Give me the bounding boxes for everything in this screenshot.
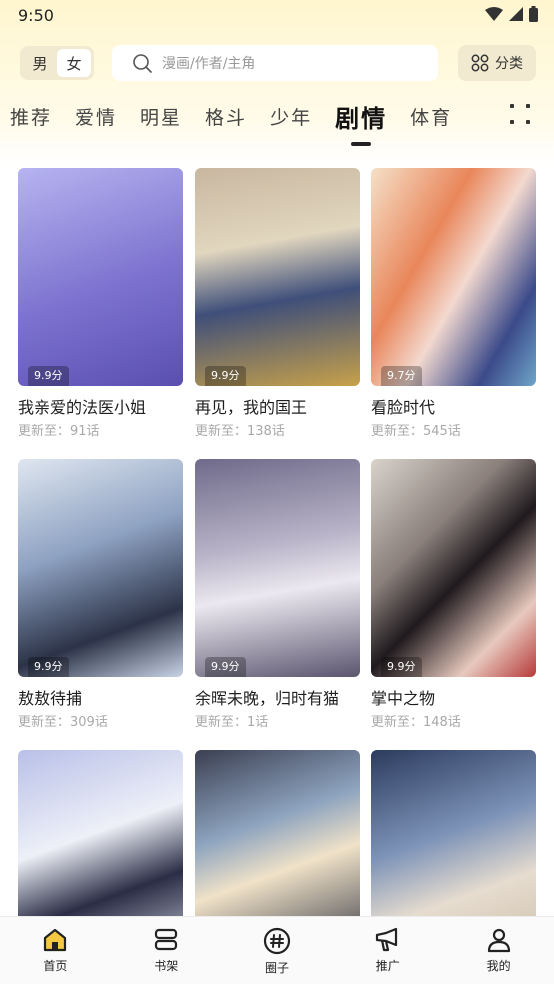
bottom-navigation: 首页 书架 圈子 推广 我的 — [0, 916, 554, 984]
comic-title: 余晖未晚，归时有猫 — [195, 689, 340, 708]
comic-title: 掌中之物 — [371, 689, 436, 708]
status-time: 9:50 — [18, 6, 54, 25]
search-icon — [133, 54, 152, 73]
score-badge: 9.9分 — [28, 657, 69, 677]
nav-bookshelf[interactable]: 书架 — [111, 917, 222, 984]
bookshelf-icon — [155, 928, 178, 951]
hashtag-icon — [263, 927, 291, 955]
grid-icon — [471, 54, 489, 72]
wifi-icon — [485, 7, 503, 21]
nav-bookshelf-label: 书架 — [154, 959, 179, 973]
comic-title: 敖敖待捕 — [18, 689, 83, 708]
comic-update: 更新至：91话 — [18, 424, 100, 439]
tab-sports[interactable]: 体育 — [410, 103, 452, 130]
gender-toggle[interactable]: 男 女 — [20, 46, 94, 80]
nav-circle-label: 圈子 — [264, 961, 289, 975]
comic-update: 更新至：148话 — [371, 715, 461, 730]
nav-circle[interactable]: 圈子 — [222, 917, 333, 984]
tab-fighting[interactable]: 格斗 — [205, 103, 247, 130]
nav-profile[interactable]: 我的 — [443, 917, 554, 984]
category-button[interactable]: 分类 — [458, 45, 536, 81]
user-icon — [487, 928, 510, 953]
comic-title: 看脸时代 — [371, 398, 436, 417]
tab-romance[interactable]: 爱情 — [75, 103, 117, 130]
score-badge: 9.9分 — [381, 657, 422, 677]
signal-icon — [509, 7, 523, 21]
comic-update: 更新至：1话 — [195, 715, 269, 730]
comic-cover: 9.9分 — [18, 168, 183, 386]
comic-title: 我亲爱的法医小姐 — [18, 398, 147, 417]
more-tabs-icon[interactable] — [508, 102, 534, 126]
tab-drama[interactable]: 剧情 — [335, 99, 387, 146]
score-badge: 9.7分 — [381, 366, 422, 386]
tab-celebrity[interactable]: 明星 — [140, 103, 182, 130]
search-bar[interactable]: 漫画/作者/主角 — [112, 45, 438, 81]
battery-icon — [529, 6, 538, 22]
status-bar: 9:50 — [0, 0, 554, 34]
comic-cover: 9.7分 — [371, 168, 536, 386]
comic-update: 更新至：309话 — [18, 715, 108, 730]
category-tabs: 推荐 爱情 明星 格斗 少年 剧情 体育 — [10, 94, 475, 146]
gender-female-option[interactable]: 女 — [57, 49, 91, 77]
nav-home-label: 首页 — [43, 959, 68, 973]
megaphone-icon — [375, 927, 397, 952]
status-icons — [485, 6, 538, 22]
comic-cover: 9.9分 — [371, 459, 536, 677]
comic-update: 更新至：138话 — [195, 424, 285, 439]
nav-home[interactable]: 首页 — [0, 917, 111, 984]
nav-profile-label: 我的 — [486, 959, 511, 973]
search-placeholder: 漫画/作者/主角 — [162, 56, 256, 72]
nav-promote[interactable]: 推广 — [332, 917, 443, 984]
comic-update: 更新至：545话 — [371, 424, 461, 439]
score-badge: 9.9分 — [28, 366, 69, 386]
tab-youth[interactable]: 少年 — [270, 103, 312, 130]
gender-male-option[interactable]: 男 — [23, 49, 57, 77]
nav-promote-label: 推广 — [375, 959, 400, 973]
comic-cover: 9.9分 — [18, 459, 183, 677]
category-label: 分类 — [495, 56, 523, 72]
comic-title: 再见，我的国王 — [195, 398, 308, 417]
comic-cover: 9.9分 — [195, 168, 360, 386]
score-badge: 9.9分 — [205, 366, 246, 386]
home-icon — [44, 928, 67, 952]
comic-cover: 9.9分 — [195, 459, 360, 677]
score-badge: 9.9分 — [205, 657, 246, 677]
tab-recommend[interactable]: 推荐 — [10, 103, 52, 130]
